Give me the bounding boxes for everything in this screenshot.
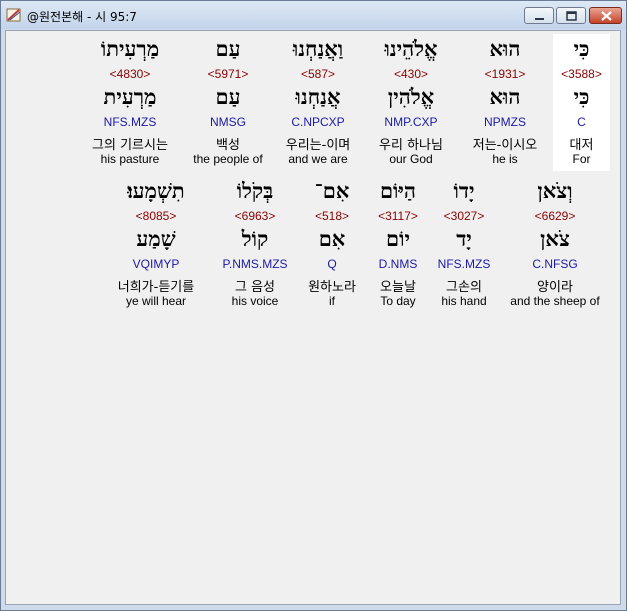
english-gloss: the people of — [193, 152, 263, 166]
strong-number: <587> — [300, 67, 336, 81]
strong-number: <430> — [393, 67, 429, 81]
hebrew-lemma: יוֹם — [386, 226, 410, 251]
english-gloss: To day — [380, 294, 416, 308]
hebrew-word: אֱלֹהֵינוּ — [384, 36, 438, 61]
strong-number: <518> — [314, 209, 350, 223]
title-bar[interactable]: @원전본해 - 시 95:7 — [1, 1, 626, 29]
hebrew-lemma: עַם — [215, 84, 241, 109]
hebrew-lemma: קוֹל — [241, 226, 269, 251]
morph-code: VQIMYP — [132, 257, 180, 271]
morph-code: NPMZS — [484, 115, 526, 129]
strong-number: <5971> — [207, 67, 249, 81]
english-gloss: his voice — [231, 294, 279, 308]
word-kiy[interactable]: כִּי <3588> כִּי C 대저 For — [553, 34, 610, 171]
english-gloss: and the sheep of — [510, 294, 600, 308]
hebrew-lemma: אִם — [318, 226, 346, 251]
english-gloss: his hand — [441, 294, 487, 308]
word-hayom[interactable]: הַיּוֹם <3117> יוֹם D.NMS 오늘날 To day — [368, 176, 428, 313]
maximize-button[interactable] — [556, 7, 586, 24]
strong-number: <4830> — [109, 67, 151, 81]
korean-gloss: 그손의 — [446, 280, 482, 295]
word-vetson[interactable]: וְצֹאן <6629> צֹאן C.NFSG 양이라 and the sh… — [503, 176, 607, 313]
word-tishmau[interactable]: תִשְׁמָעוּ׃ <8085> שָׁמַע VQIMYP 너희가-듣기를… — [104, 176, 208, 313]
maximize-icon — [566, 11, 577, 21]
hebrew-lemma: אֲנַחְנוּ — [295, 84, 341, 109]
hebrew-word: בְּקֹלוֹ — [236, 178, 274, 203]
english-gloss: and we are — [288, 152, 348, 166]
word-yado[interactable]: יָדוֹ <3027> יָד NFS.MZS 그손의 his hand — [431, 176, 497, 313]
korean-gloss: 우리 하나님 — [379, 138, 443, 153]
hebrew-word: הוּא — [489, 36, 521, 61]
hebrew-word: מַרְעִיתוֹ — [100, 36, 160, 61]
hebrew-lemma: מַרְעִית — [103, 84, 157, 109]
hebrew-word: הַיּוֹם — [379, 178, 417, 203]
verse-view[interactable]: כִּי <3588> כִּי C 대저 For הוּא <1931> הו… — [5, 30, 621, 605]
english-gloss: For — [572, 152, 591, 166]
strong-number: <6963> — [234, 209, 276, 223]
word-marito[interactable]: מַרְעִיתוֹ <4830> מַרְעִית NFS.MZS 그의 기르… — [80, 34, 180, 171]
minimize-button[interactable] — [524, 7, 554, 24]
morph-code: D.NMS — [378, 257, 418, 271]
morph-code: NMP.CXP — [384, 115, 438, 129]
hebrew-word: עַם — [215, 36, 241, 61]
word-bekolo[interactable]: בְּקֹלוֹ <6963> קוֹל P.NMS.MZS 그 음성 his … — [214, 176, 296, 313]
hebrew-lemma: כִּי — [573, 84, 590, 109]
strong-number: <3027> — [443, 209, 485, 223]
hebrew-lemma: שָׁמַע — [136, 226, 176, 251]
morph-code: C — [577, 115, 586, 129]
hebrew-lemma: צֹאן — [540, 226, 570, 251]
korean-gloss: 그의 기르시는 — [92, 138, 168, 153]
strong-number: <3117> — [378, 209, 418, 223]
morph-code: P.NMS.MZS — [222, 257, 288, 271]
strong-number: <6629> — [534, 209, 576, 223]
hebrew-word: יָדוֹ — [453, 178, 475, 203]
hebrew-lemma: יָד — [456, 226, 472, 251]
hebrew-word: אִם־ — [314, 178, 350, 203]
strong-number: <3588> — [561, 67, 602, 81]
korean-gloss: 저는-이시오 — [472, 138, 538, 153]
strong-number: <1931> — [484, 67, 526, 81]
strong-number: <8085> — [135, 209, 177, 223]
korean-gloss: 오늘날 — [380, 280, 416, 295]
english-gloss: he is — [492, 152, 518, 166]
close-button[interactable] — [589, 7, 622, 24]
bible-app-icon[interactable] — [6, 7, 22, 23]
morph-code: NMSG — [210, 115, 246, 129]
app-window: @원전본해 - 시 95:7 כִּי <3588> כִּי C 대저 For… — [0, 0, 627, 611]
verse-row-1: כִּי <3588> כִּי C 대저 For הוּא <1931> הו… — [6, 34, 620, 174]
morph-code: C.NPCXP — [291, 115, 345, 129]
morph-code: NFS.MZS — [103, 115, 157, 129]
close-icon — [601, 11, 612, 21]
korean-gloss: 백성 — [216, 138, 240, 153]
korean-gloss: 양이라 — [537, 280, 573, 295]
hebrew-word: וַאֲנַחְנוּ — [292, 36, 344, 61]
hebrew-word: תִשְׁמָעוּ׃ — [127, 178, 185, 203]
korean-gloss: 우리는-이며 — [285, 138, 351, 153]
korean-gloss: 너희가-듣기를 — [117, 280, 195, 295]
morph-code: Q — [327, 257, 337, 271]
hebrew-lemma: הוּא — [489, 84, 521, 109]
morph-code: C.NFSG — [532, 257, 578, 271]
english-gloss: if — [329, 294, 335, 308]
hebrew-word: כִּי — [573, 36, 590, 61]
word-im[interactable]: אִם־ <518> אִם Q 원하노라 if — [300, 176, 364, 313]
korean-gloss: 대저 — [569, 138, 594, 153]
window-title: @원전본해 - 시 95:7 — [27, 10, 137, 24]
english-gloss: ye will hear — [125, 294, 187, 308]
word-vaanachnu[interactable]: וַאֲנַחְנוּ <587> אֲנַחְנוּ C.NPCXP 우리는-… — [274, 34, 362, 171]
korean-gloss: 그 음성 — [234, 280, 275, 295]
korean-gloss: 원하노라 — [308, 280, 356, 295]
english-gloss: his pasture — [100, 152, 160, 166]
verse-row-2: וְצֹאן <6629> צֹאן C.NFSG 양이라 and the sh… — [6, 176, 620, 316]
hebrew-word: וְצֹאן — [537, 178, 573, 203]
word-am[interactable]: עַם <5971> עַם NMSG 백성 the people of — [186, 34, 270, 171]
word-hu[interactable]: הוּא <1931> הוּא NPMZS 저는-이시오 he is — [464, 34, 546, 171]
morph-code: NFS.MZS — [437, 257, 491, 271]
word-eloheinu[interactable]: אֱלֹהֵינוּ <430> אֱלֹהִין NMP.CXP 우리 하나님… — [368, 34, 454, 171]
minimize-icon — [535, 18, 544, 20]
hebrew-lemma: אֱלֹהִין — [387, 84, 435, 109]
english-gloss: our God — [389, 152, 433, 166]
